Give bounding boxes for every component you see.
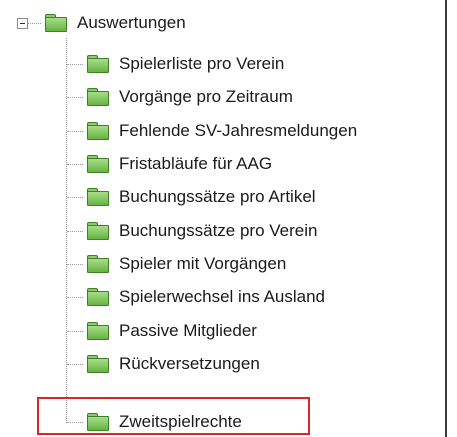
tree-connector-item [67, 364, 83, 365]
folder-icon [87, 322, 109, 340]
tree-node-label: Fehlende SV-Jahresmeldungen [119, 121, 358, 140]
folder-icon [87, 155, 109, 173]
tree-node-label: Fristabläufe für AAG [119, 154, 273, 173]
tree-panel: Auswertungen Spielerliste pro Verein Vor… [0, 0, 447, 437]
tree-node-spielerwechsel-ins-ausland[interactable]: Spielerwechsel ins Ausland [87, 284, 326, 310]
collapse-toggle[interactable] [17, 18, 28, 29]
tree-connector-item [67, 131, 83, 132]
tree-node-label: Rückversetzungen [119, 354, 260, 373]
tree-node-label: Spielerwechsel ins Ausland [119, 287, 326, 306]
tree-node-label: Zweitspielrechte [119, 412, 242, 431]
tree-node-label: Buchungssätze pro Verein [119, 221, 318, 240]
tree-node-fehlende-sv-jahresmeldungen[interactable]: Fehlende SV-Jahresmeldungen [87, 118, 358, 144]
tree-node-label: Spieler mit Vorgängen [119, 254, 287, 273]
tree-connector-item [67, 264, 83, 265]
tree-connector-root [27, 23, 41, 24]
minus-icon [20, 23, 25, 24]
tree-node-rueckversetzungen[interactable]: Rückversetzungen [87, 351, 261, 377]
tree-node-label: Auswertungen [77, 13, 186, 32]
tree-node-buchungssaetze-pro-verein[interactable]: Buchungssätze pro Verein [87, 218, 318, 244]
tree-node-label: Spielerliste pro Verein [119, 54, 285, 73]
folder-icon [87, 288, 109, 306]
tree-connector-item [67, 64, 83, 65]
folder-icon [87, 55, 109, 73]
tree-connector-item [67, 331, 83, 332]
tree-node-passive-mitglieder[interactable]: Passive Mitglieder [87, 318, 258, 344]
folder-icon [87, 188, 109, 206]
folder-icon [45, 14, 67, 32]
report-tree: Auswertungen Spielerliste pro Verein Vor… [0, 0, 445, 437]
folder-icon [87, 355, 109, 373]
folder-icon [87, 88, 109, 106]
folder-icon [87, 222, 109, 240]
tree-connector-item [67, 97, 83, 98]
tree-connector-item [67, 422, 83, 423]
tree-node-fristablaeufe-fuer-aag[interactable]: Fristabläufe für AAG [87, 151, 273, 177]
folder-icon [87, 122, 109, 140]
tree-connector-item [67, 297, 83, 298]
tree-node-zweitspielrechte[interactable]: Zweitspielrechte [87, 409, 243, 435]
tree-node-auswertungen[interactable]: Auswertungen [45, 10, 187, 36]
folder-icon [87, 413, 109, 431]
tree-node-label: Passive Mitglieder [119, 321, 257, 340]
tree-node-buchungssaetze-pro-artikel[interactable]: Buchungssätze pro Artikel [87, 184, 317, 210]
tree-connector-item [67, 197, 83, 198]
tree-node-label: Buchungssätze pro Artikel [119, 187, 316, 206]
tree-node-label: Vorgänge pro Zeitraum [119, 87, 293, 106]
tree-node-spielerliste-pro-verein[interactable]: Spielerliste pro Verein [87, 51, 285, 77]
tree-node-spieler-mit-vorgaengen[interactable]: Spieler mit Vorgängen [87, 251, 287, 277]
tree-connector-item [67, 231, 83, 232]
folder-icon [87, 255, 109, 273]
tree-node-vorgaenge-pro-zeitraum[interactable]: Vorgänge pro Zeitraum [87, 84, 294, 110]
tree-connector-item [67, 164, 83, 165]
